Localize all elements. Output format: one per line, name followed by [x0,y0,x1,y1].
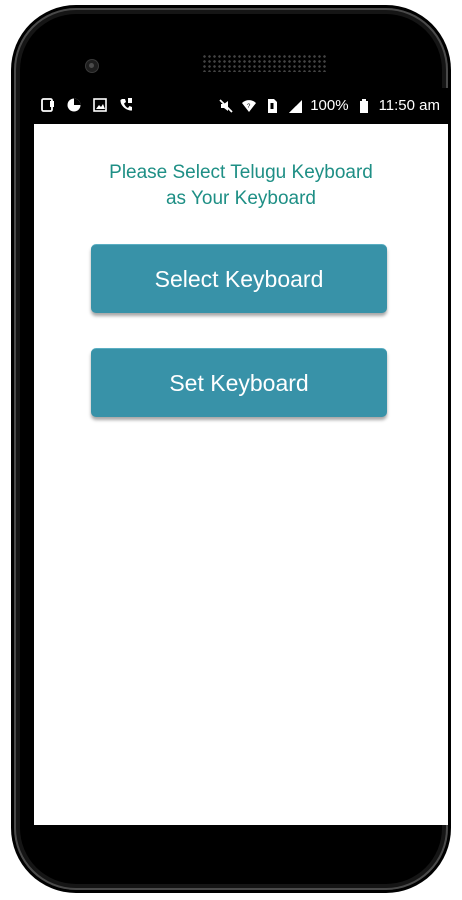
instruction-text: Please Select Telugu Keyboard as Your Ke… [54,160,428,212]
sim-icon [264,98,280,114]
status-time: 11:50 am [378,97,440,114]
instruction-line-2: as Your Keyboard [165,188,316,209]
pie-chart-icon [66,97,82,113]
phone-icon [118,97,134,113]
status-bar: ? 100% 11:50 am [34,88,448,124]
earpiece-speaker [202,54,326,72]
select-keyboard-button[interactable]: Select Keyboard [91,244,387,313]
battery-icon [356,98,372,114]
set-keyboard-button[interactable]: Set Keyboard [91,348,387,417]
image-icon [92,97,108,113]
status-left-icons [40,97,134,113]
front-camera [86,60,98,72]
instruction-line-1: Please Select Telugu Keyboard [109,162,373,183]
phone-bezel: ? 100% 11:50 am Please Select Telugu Key… [20,14,448,884]
battery-percent: 100% [310,97,349,114]
app-screen: ? 100% 11:50 am Please Select Telugu Key… [34,88,448,825]
signal-icon [287,98,303,114]
phone-frame: ? 100% 11:50 am Please Select Telugu Key… [14,8,448,890]
notification-icon [40,97,56,113]
wifi-icon: ? [241,98,257,114]
mute-icon [218,98,234,114]
status-right-icons: ? 100% 11:50 am [218,97,440,115]
